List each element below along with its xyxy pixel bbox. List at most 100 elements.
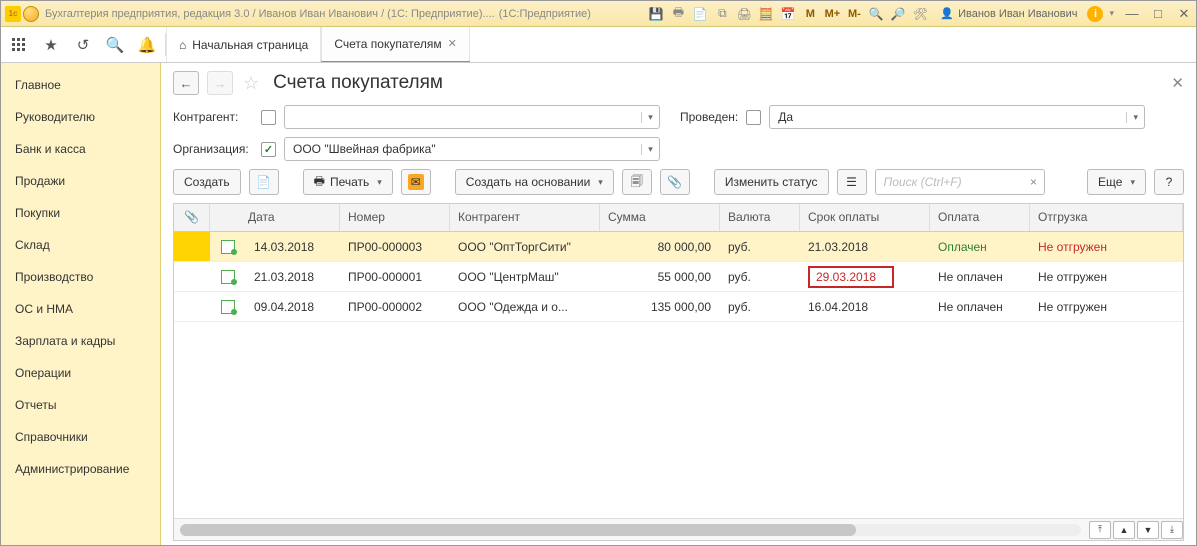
- sidebar-item-4[interactable]: Покупки: [1, 197, 160, 229]
- table-footer: ⤒ ▲ ▼ ⤓: [174, 518, 1183, 540]
- registry-icon: 🗐: [631, 172, 643, 193]
- search-clear-icon[interactable]: ×: [1024, 175, 1044, 189]
- zoom-in-icon[interactable]: 🔍: [868, 6, 884, 22]
- envelope-icon: ✉: [408, 174, 424, 190]
- chevron-down-icon: ▾: [1130, 177, 1135, 188]
- sidebar-item-5[interactable]: Склад: [1, 229, 160, 261]
- col-due[interactable]: Срок оплаты: [800, 204, 930, 231]
- filter-row-1: Контрагент: ▾ Проведен: Да ▾: [173, 105, 1184, 129]
- maximize-button[interactable]: □: [1150, 6, 1166, 22]
- minimize-button[interactable]: —: [1124, 6, 1140, 22]
- col-sum[interactable]: Сумма: [600, 204, 720, 231]
- scroll-down-button[interactable]: ▼: [1137, 521, 1159, 539]
- calculator-icon[interactable]: 🧮: [758, 6, 774, 22]
- cell-date: 09.04.2018: [246, 300, 340, 314]
- home-icon: ⌂: [179, 38, 186, 52]
- main-area: ГлавноеРуководителюБанк и кассаПродажиПо…: [1, 63, 1196, 545]
- scroll-first-button[interactable]: ⤒: [1089, 521, 1111, 539]
- cell-currency: руб.: [720, 270, 800, 284]
- sidebar-item-11[interactable]: Справочники: [1, 421, 160, 453]
- current-user[interactable]: 👤 Иванов Иван Иванович: [940, 7, 1077, 20]
- help-button[interactable]: ?: [1154, 169, 1184, 195]
- sidebar-item-1[interactable]: Руководителю: [1, 101, 160, 133]
- create-based-button[interactable]: Создать на основании▾: [455, 169, 614, 195]
- cell-date: 21.03.2018: [246, 270, 340, 284]
- favorites-icon[interactable]: ★: [41, 35, 61, 55]
- change-status-button[interactable]: Изменить статус: [714, 169, 829, 195]
- zoom-out-icon[interactable]: 🔎: [890, 6, 906, 22]
- col-payment[interactable]: Оплата: [930, 204, 1030, 231]
- sidebar-item-2[interactable]: Банк и касса: [1, 133, 160, 165]
- scroll-last-button[interactable]: ⤓: [1161, 521, 1183, 539]
- tab-home[interactable]: ⌂ Начальная страница: [166, 27, 321, 62]
- notifications-icon[interactable]: 🔔: [137, 35, 157, 55]
- compare-icon[interactable]: ⧉: [714, 6, 730, 22]
- sidebar-item-0[interactable]: Главное: [1, 69, 160, 101]
- sidebar-item-7[interactable]: ОС и НМА: [1, 293, 160, 325]
- table-row[interactable]: 21.03.2018ПР00-000001ООО "ЦентрМаш"55 00…: [174, 262, 1183, 292]
- window-title: Бухгалтерия предприятия, редакция 3.0 / …: [45, 8, 495, 20]
- counterparty-combo[interactable]: ▾: [284, 105, 660, 129]
- email-button[interactable]: ✉: [401, 169, 431, 195]
- memory-mplus-button[interactable]: M+: [824, 6, 840, 22]
- page-close-button[interactable]: ✕: [1171, 74, 1184, 92]
- close-window-button[interactable]: ✕: [1176, 6, 1192, 22]
- sidebar-item-3[interactable]: Продажи: [1, 165, 160, 197]
- col-shipment[interactable]: Отгрузка: [1030, 204, 1183, 231]
- tab-invoices[interactable]: Счета покупателям ✕: [321, 27, 470, 62]
- cell-payment: Не оплачен: [930, 300, 1030, 314]
- apps-icon[interactable]: [9, 35, 29, 55]
- copy-button[interactable]: 📄: [249, 169, 279, 195]
- row-marker: [174, 262, 210, 291]
- info-icon[interactable]: i: [1087, 6, 1103, 22]
- save-icon[interactable]: 💾: [648, 6, 664, 22]
- print2-icon[interactable]: 🖨: [736, 6, 752, 22]
- create-button[interactable]: Создать: [173, 169, 241, 195]
- tools-icon[interactable]: 🛠: [912, 6, 928, 22]
- posted-checkbox[interactable]: [746, 110, 761, 125]
- registry-button[interactable]: 🗐: [622, 169, 652, 195]
- col-currency[interactable]: Валюта: [720, 204, 800, 231]
- col-date[interactable]: Дата: [210, 204, 340, 231]
- search-nav-icon[interactable]: 🔍: [105, 35, 125, 55]
- col-number[interactable]: Номер: [340, 204, 450, 231]
- sidebar-item-10[interactable]: Отчеты: [1, 389, 160, 421]
- nav-forward-button[interactable]: →: [207, 71, 233, 95]
- cell-number: ПР00-000001: [340, 270, 450, 284]
- org-label: Организация:: [173, 142, 253, 156]
- search-input[interactable]: Поиск (Ctrl+F) ×: [875, 169, 1045, 195]
- sidebar-item-6[interactable]: Производство: [1, 261, 160, 293]
- org-combo[interactable]: ООО "Швейная фабрика" ▾: [284, 137, 660, 161]
- paperclip-icon: 📎: [667, 175, 682, 189]
- col-counterparty[interactable]: Контрагент: [450, 204, 600, 231]
- print-button[interactable]: 🖶Печать▾: [303, 169, 393, 195]
- favorite-toggle-icon[interactable]: ☆: [243, 73, 259, 94]
- counterparty-label: Контрагент:: [173, 110, 253, 124]
- print-icon[interactable]: 🖶: [670, 6, 686, 22]
- col-attach[interactable]: 📎: [174, 204, 210, 231]
- calendar-icon[interactable]: 📅: [780, 6, 796, 22]
- counterparty-checkbox[interactable]: [261, 110, 276, 125]
- doc-icon[interactable]: 📄: [692, 6, 708, 22]
- dropdown-icon: ▾: [1126, 112, 1144, 123]
- table-row[interactable]: 14.03.2018ПР00-000003ООО "ОптТоргСити"80…: [174, 232, 1183, 262]
- nav-back-button[interactable]: ←: [173, 71, 199, 95]
- copy-icon: 📄: [256, 175, 271, 189]
- attach-button[interactable]: 📎: [660, 169, 690, 195]
- horizontal-scrollbar[interactable]: [180, 524, 1081, 536]
- memory-m-button[interactable]: M: [802, 6, 818, 22]
- tab-close-icon[interactable]: ✕: [448, 37, 457, 50]
- sidebar-item-8[interactable]: Зарплата и кадры: [1, 325, 160, 357]
- system-menu-button[interactable]: [23, 6, 39, 22]
- list-settings-button[interactable]: ☰: [837, 169, 867, 195]
- posted-combo[interactable]: Да ▾: [769, 105, 1145, 129]
- sidebar-item-9[interactable]: Операции: [1, 357, 160, 389]
- info-dropdown-icon[interactable]: ▾: [1109, 8, 1114, 19]
- org-checkbox[interactable]: [261, 142, 276, 157]
- scroll-up-button[interactable]: ▲: [1113, 521, 1135, 539]
- history-icon[interactable]: ↺: [73, 35, 93, 55]
- table-row[interactable]: 09.04.2018ПР00-000002ООО "Одежда и о...1…: [174, 292, 1183, 322]
- memory-mminus-button[interactable]: M-: [846, 6, 862, 22]
- more-button[interactable]: Еще▾: [1087, 169, 1146, 195]
- sidebar-item-12[interactable]: Администрирование: [1, 453, 160, 485]
